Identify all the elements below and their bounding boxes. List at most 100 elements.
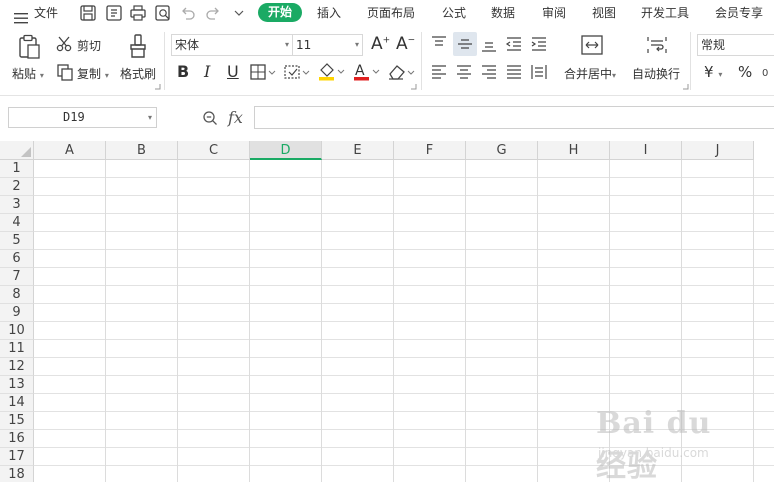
column-header-c[interactable]: C — [178, 141, 250, 160]
font-name-select[interactable]: 宋体 ▾ — [171, 34, 293, 56]
name-box[interactable]: D19 ▾ — [8, 107, 157, 128]
row-header[interactable]: 18 — [0, 466, 34, 482]
row-header[interactable]: 3 — [0, 196, 34, 214]
row-header[interactable]: 13 — [0, 376, 34, 394]
font-size-select[interactable]: 11 ▾ — [292, 34, 363, 56]
column-header-j[interactable]: J — [682, 141, 754, 160]
borders-icon[interactable] — [250, 63, 276, 81]
clear-format-icon[interactable] — [387, 63, 415, 81]
currency-icon: ¥ — [704, 63, 714, 81]
number-format-select[interactable]: 常规 — [697, 34, 774, 56]
column-header-d[interactable]: D — [250, 141, 322, 160]
row-header[interactable]: 11 — [0, 340, 34, 358]
row-header[interactable]: 9 — [0, 304, 34, 322]
column-header-g[interactable]: G — [466, 141, 538, 160]
row-header[interactable]: 2 — [0, 178, 34, 196]
insert-function-button[interactable]: fx — [228, 108, 243, 127]
tab-data[interactable]: 数据 — [491, 0, 515, 26]
column-header-b[interactable]: B — [106, 141, 178, 160]
row-header[interactable]: 17 — [0, 448, 34, 466]
align-middle-icon[interactable] — [453, 32, 477, 56]
tab-insert[interactable]: 插入 — [317, 0, 341, 26]
menu-bar: 文件 开始 插入 页面布局 公式 数据 审阅 视图 开发工具 会员专享 — [0, 0, 774, 26]
print-preview-icon[interactable] — [153, 3, 173, 23]
watermark-url: jingyan.baidu.com — [598, 446, 709, 460]
align-left-icon[interactable] — [430, 63, 448, 81]
underline-button[interactable]: U — [227, 62, 239, 81]
tab-formulas[interactable]: 公式 — [442, 0, 466, 26]
paste-button[interactable]: 粘贴 ▾ — [12, 65, 44, 82]
tab-start[interactable]: 开始 — [258, 3, 302, 22]
font-launcher-icon[interactable] — [411, 84, 417, 90]
row-header[interactable]: 7 — [0, 268, 34, 286]
justify-icon[interactable] — [505, 63, 523, 81]
row-header[interactable]: 16 — [0, 430, 34, 448]
cut-button[interactable]: 剪切 — [77, 37, 101, 54]
select-all-corner[interactable] — [0, 141, 34, 160]
group-divider — [164, 32, 165, 90]
decrease-font-size-button[interactable]: A− — [396, 34, 415, 54]
alignment-launcher-icon[interactable] — [683, 84, 689, 90]
save-icon[interactable] — [78, 3, 98, 23]
format-painter-icon[interactable] — [127, 33, 149, 59]
italic-button[interactable]: I — [204, 62, 210, 81]
percent-button[interactable]: % — [738, 63, 752, 81]
scissors-icon[interactable] — [56, 35, 74, 53]
row-header[interactable]: 12 — [0, 358, 34, 376]
magnifier-icon[interactable] — [202, 110, 218, 126]
column-header-e[interactable]: E — [322, 141, 394, 160]
grow-font-icon: A — [371, 34, 383, 54]
chevron-down-icon: ▾ — [354, 40, 359, 49]
decrease-indent-icon[interactable] — [505, 35, 523, 53]
formula-input[interactable] — [254, 106, 774, 129]
undo-icon[interactable] — [178, 3, 198, 23]
wrap-text-icon[interactable] — [645, 34, 669, 56]
file-menu[interactable]: 文件 — [14, 0, 58, 26]
font-size-value: 11 — [296, 38, 312, 52]
clipboard-launcher-icon[interactable] — [155, 84, 161, 90]
paste-icon[interactable] — [17, 34, 41, 60]
tab-member[interactable]: 会员专享 — [715, 0, 763, 26]
tab-page-layout[interactable]: 页面布局 — [367, 0, 415, 26]
redo-icon[interactable] — [203, 3, 223, 23]
increase-font-size-button[interactable]: A+ — [371, 34, 390, 54]
bold-button[interactable]: B — [177, 62, 189, 81]
wrap-text-button[interactable]: 自动换行 — [632, 65, 680, 82]
align-top-icon[interactable] — [430, 35, 448, 53]
row-header[interactable]: 5 — [0, 232, 34, 250]
customize-toolbar-icon[interactable] — [229, 3, 249, 23]
ribbon: 粘贴 ▾ 剪切 复制 ▾ 格式刷 宋体 ▾ 11 ▾ A+ A− B I U A — [0, 26, 774, 96]
font-color-icon[interactable]: A — [352, 62, 380, 82]
row-header[interactable]: 10 — [0, 322, 34, 340]
currency-button[interactable]: ¥ ▾ — [704, 63, 722, 81]
tab-developer[interactable]: 开发工具 — [641, 0, 689, 26]
fill-color-icon[interactable] — [317, 62, 345, 82]
copy-icon[interactable] — [56, 63, 74, 81]
align-right-icon[interactable] — [480, 63, 498, 81]
print-icon[interactable] — [128, 3, 148, 23]
merge-center-button[interactable]: 合并居中▾ — [564, 65, 616, 82]
tab-view[interactable]: 视图 — [592, 0, 616, 26]
row-header[interactable]: 8 — [0, 286, 34, 304]
row-header[interactable]: 14 — [0, 394, 34, 412]
copy-button[interactable]: 复制 ▾ — [77, 65, 109, 82]
row-header[interactable]: 6 — [0, 250, 34, 268]
thousands-separator-icon[interactable]: 0 — [762, 64, 774, 80]
shrink-font-icon: A — [396, 34, 408, 54]
merge-cells-icon[interactable] — [580, 34, 604, 56]
align-center-icon[interactable] — [455, 63, 473, 81]
row-header[interactable]: 1 — [0, 160, 34, 178]
row-header[interactable]: 15 — [0, 412, 34, 430]
column-header-h[interactable]: H — [538, 141, 610, 160]
increase-indent-icon[interactable] — [530, 35, 548, 53]
tab-review[interactable]: 审阅 — [542, 0, 566, 26]
row-header[interactable]: 4 — [0, 214, 34, 232]
distributed-align-icon[interactable] — [530, 63, 548, 81]
column-header-i[interactable]: I — [610, 141, 682, 160]
align-bottom-icon[interactable] — [480, 35, 498, 53]
column-header-a[interactable]: A — [34, 141, 106, 160]
export-pdf-icon[interactable] — [104, 3, 124, 23]
column-header-f[interactable]: F — [394, 141, 466, 160]
format-painter-button[interactable]: 格式刷 — [120, 65, 156, 82]
cell-style-icon[interactable] — [283, 63, 311, 81]
